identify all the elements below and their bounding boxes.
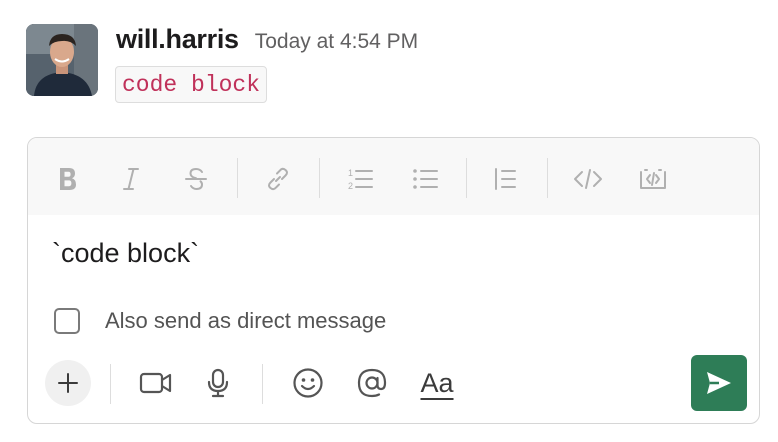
author-name[interactable]: will.harris: [116, 24, 239, 55]
emoji-icon[interactable]: [285, 360, 331, 406]
send-icon: [707, 372, 731, 394]
also-send-label: Also send as direct message: [105, 308, 387, 333]
also-send-option[interactable]: Also send as direct message: [54, 308, 386, 334]
message: will.harris Today at 4:54 PM code block: [26, 24, 756, 104]
formatting-toolbar: 12: [28, 138, 759, 215]
bold-icon[interactable]: [49, 160, 87, 198]
message-input[interactable]: `code block`: [52, 238, 199, 269]
formatting-toggle-label: Aa: [420, 367, 454, 398]
svg-text:1: 1: [348, 168, 353, 178]
ordered-list-icon[interactable]: 12: [341, 160, 379, 198]
video-icon[interactable]: [133, 360, 179, 406]
composer-actions: Aa: [28, 352, 759, 422]
italic-icon[interactable]: [112, 160, 150, 198]
avatar[interactable]: [26, 24, 98, 96]
send-button[interactable]: [691, 355, 747, 411]
link-icon[interactable]: [259, 160, 297, 198]
timestamp[interactable]: Today at 4:54 PM: [255, 30, 418, 54]
bulleted-list-icon[interactable]: [406, 160, 444, 198]
message-composer: 12 `code block` Also send as direct mess…: [27, 137, 760, 424]
formatting-icon[interactable]: Aa: [414, 360, 460, 406]
also-send-checkbox[interactable]: [54, 308, 80, 334]
code-block-icon[interactable]: [634, 160, 672, 198]
code-icon[interactable]: [569, 160, 607, 198]
microphone-icon[interactable]: [195, 360, 241, 406]
svg-text:2: 2: [348, 181, 353, 191]
inline-code: code block: [115, 66, 268, 103]
strikethrough-icon[interactable]: [177, 160, 215, 198]
message-header: will.harris Today at 4:54 PM: [116, 24, 418, 60]
mention-icon[interactable]: [349, 360, 395, 406]
plus-icon[interactable]: [45, 360, 91, 406]
blockquote-icon[interactable]: [486, 160, 524, 198]
